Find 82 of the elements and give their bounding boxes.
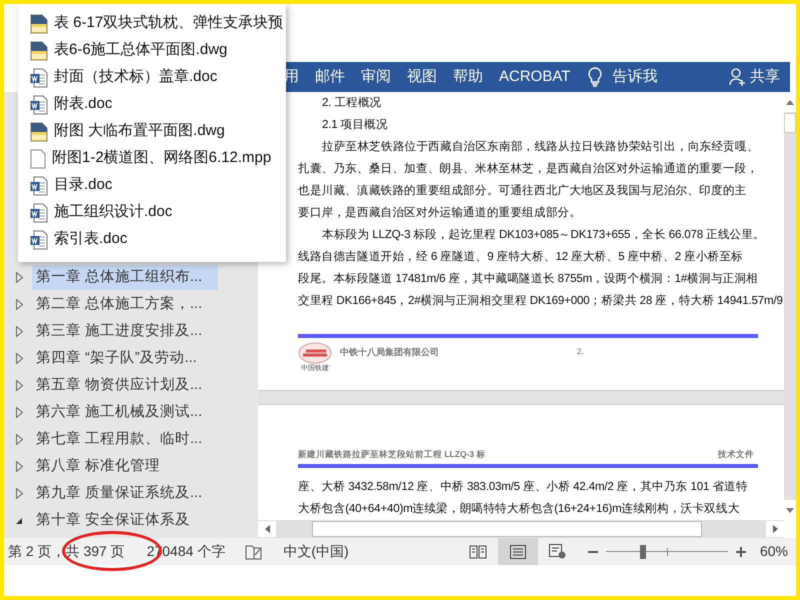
- document-text-line: 扎囊、乃东、桑日、加查、朗县、米林至林芝，是西藏自治区对外运输通道的重要一段，: [298, 161, 760, 177]
- document-text-line: 交里程 DK166+845，2#横洞与正洞相交里程 DK169+000；桥梁共 28 座，特大桥 14941.57m/9: [298, 293, 784, 309]
- document-text-line: 大桥包含(40+64+40)m连续梁，朗噶特特大桥包含(16+24+16)m连续刚构，沃卡双线大: [298, 501, 741, 518]
- footer-company: 中铁十八局集团有限公司: [340, 346, 439, 360]
- zoom-percentage[interactable]: 60%: [760, 541, 788, 562]
- drawing-file-icon: [30, 40, 48, 60]
- person-add-icon: [729, 68, 747, 86]
- proofing-icon[interactable]: [245, 544, 264, 560]
- ribbon-tab[interactable]: 审阅: [361, 66, 391, 88]
- view-button[interactable]: [498, 538, 538, 565]
- recent-file-item[interactable]: 附图 大临布置平面图.dwg: [30, 118, 286, 145]
- document-text-line: 座、大桥 3432.58m/12 座、中桥 383.03m/5 座、小桥 42.4m/2 座，其中乃东 101 省道特: [298, 479, 749, 496]
- heading-item[interactable]: 第六章 施工机械及测试...: [32, 400, 218, 425]
- heading-item[interactable]: 第二章 总体施工方案，...: [32, 292, 218, 317]
- word-file-icon: [30, 176, 48, 196]
- book-icon: [468, 544, 487, 558]
- collapsed-triangle-icon[interactable]: [16, 272, 26, 283]
- recent-file-item[interactable]: 表 6-17双块式轨枕、弹性支承块预: [30, 10, 286, 37]
- collapsed-triangle-icon[interactable]: [16, 353, 26, 364]
- language-indicator[interactable]: 中文(中国): [283, 541, 349, 562]
- heading-item[interactable]: 第一章 总体施工组织布...: [32, 265, 218, 290]
- document-text-line: 拉萨至林芝铁路位于西藏自治区东南部，线路从拉日铁路协荣站引出，向东经贡嘎、: [321, 139, 760, 155]
- document-text-line: 段尾。本标段隧道 17481m/6 座，其中藏噶隧道长 8755m，设两个横洞：1#横洞与正洞相: [298, 271, 759, 287]
- heading-item[interactable]: 第八章 标准化管理: [32, 454, 218, 479]
- zoom-in-icon[interactable]: [736, 546, 746, 556]
- company-logo-icon: [298, 342, 332, 364]
- web-page-icon: [548, 544, 567, 559]
- document-text-line: 2. 工程概况: [321, 95, 382, 111]
- document-text-line: 本标段为 LLZQ-3 标段，起讫里程 DK103+085～DK173+655，全长 66.078 正线公里。: [321, 227, 766, 243]
- word-file-icon: [30, 230, 48, 250]
- recent-file-item[interactable]: 目录.doc: [30, 172, 286, 199]
- horizontal-scrollbar[interactable]: [258, 520, 784, 538]
- recent-file-item[interactable]: 施工组织设计.doc: [30, 199, 286, 226]
- recent-file-item[interactable]: 附图1-2横道图、网络图6.12.mpp: [30, 145, 286, 172]
- up-arrow-icon[interactable]: [786, 100, 794, 104]
- share-button[interactable]: 共享: [729, 66, 780, 88]
- word-file-icon: [30, 68, 48, 88]
- ribbon-tab[interactable]: ACROBAT: [499, 66, 570, 88]
- recent-file-item[interactable]: 封面（技术标）盖章.doc: [30, 64, 286, 91]
- lightbulb-icon: [588, 67, 602, 87]
- word-file-icon: [30, 94, 48, 114]
- heading-item[interactable]: 第五章 物资供应计划及...: [32, 373, 218, 398]
- collapsed-triangle-icon[interactable]: [16, 488, 26, 499]
- collapsed-triangle-icon[interactable]: [16, 461, 26, 472]
- drawing-file-icon: [30, 14, 48, 34]
- collapsed-triangle-icon[interactable]: [16, 407, 26, 418]
- collapsed-triangle-icon[interactable]: [16, 434, 26, 445]
- heading-item[interactable]: 第九章 质量保证系统及...: [32, 481, 218, 506]
- left-arrow-icon[interactable]: [264, 525, 270, 533]
- heading-item[interactable]: 第十章 安全保证体系及: [32, 508, 218, 533]
- page-lines-icon: [510, 544, 526, 558]
- document-text-line: 线路自德吉隧道开始，经 6 座隧道、9 座特大桥、12 座大桥、5 座中桥、2 座小桥至标: [298, 249, 744, 265]
- page-count[interactable]: 第 2 页，共 397 页: [8, 541, 125, 562]
- zoom-slider-thumb[interactable]: [640, 544, 646, 558]
- heading-item[interactable]: 第三章 施工进度安排及...: [32, 319, 218, 344]
- footer-page-number: 2.: [577, 346, 584, 358]
- ribbon-tab[interactable]: 用: [284, 66, 299, 88]
- collapsed-triangle-icon[interactable]: [16, 380, 26, 391]
- right-arrow-icon[interactable]: [772, 525, 778, 533]
- recent-file-item[interactable]: 附表.doc: [30, 91, 286, 118]
- header-title: 新建川藏铁路拉萨至林芝段站前工程 LLZQ-3 标: [298, 448, 486, 462]
- drawing-file-icon: [30, 122, 48, 142]
- ribbon-tab[interactable]: 帮助: [453, 66, 483, 88]
- collapsed-triangle-icon[interactable]: [16, 326, 26, 337]
- document-text-line: 2.1 项目概况: [321, 117, 389, 133]
- header-label: 技术文件: [718, 448, 754, 462]
- document-text-line: 要口岸，是西藏自治区对外运输通道的重要组成部分。: [298, 205, 582, 221]
- vertical-scrollbar[interactable]: [784, 92, 796, 520]
- ribbon-tab[interactable]: 邮件: [315, 66, 345, 88]
- scroll-thumb[interactable]: [784, 113, 796, 133]
- blank-file-icon: [30, 148, 46, 168]
- ribbon-tab[interactable]: 视图: [407, 66, 437, 88]
- collapsed-triangle-icon[interactable]: [16, 299, 26, 310]
- word-file-icon: [30, 202, 48, 222]
- heading-item[interactable]: 第四章 “架子队”及劳动...: [32, 346, 218, 371]
- document-text-line: 也是川藏、滇藏铁路的重要组成部分。可通往西北广大地区及我国与尼泊尔、印度的主: [298, 183, 748, 199]
- zoom-slider[interactable]: [606, 544, 728, 558]
- recent-file-item[interactable]: 索引表.doc: [30, 226, 286, 253]
- recent-file-item[interactable]: 表6-6施工总体平面图.dwg: [30, 37, 286, 64]
- heading-item[interactable]: 第七章 工程用款、临时...: [32, 427, 218, 452]
- tell-me-field[interactable]: 告诉我: [612, 66, 658, 88]
- down-arrow-icon[interactable]: [786, 508, 794, 512]
